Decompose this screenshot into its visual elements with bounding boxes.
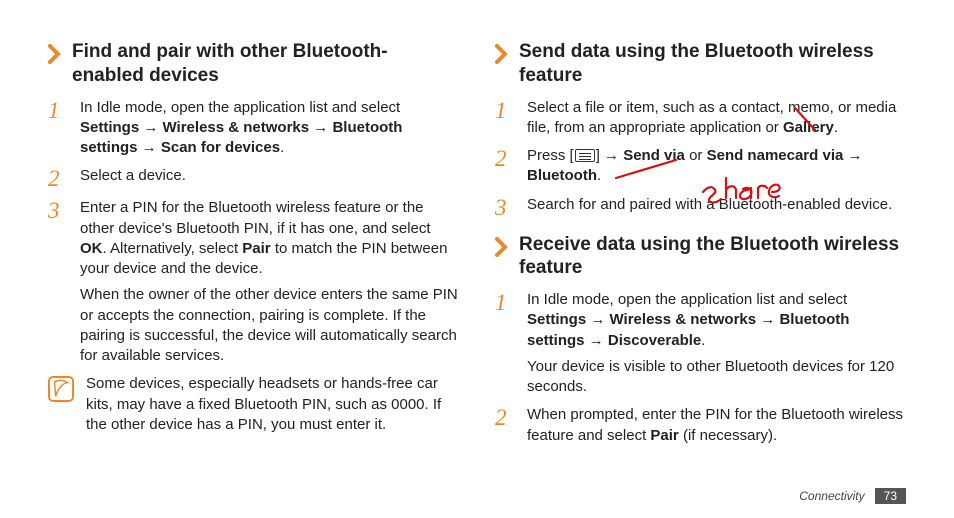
step-sub: When the owner of the other device enter… — [80, 285, 459, 366]
step-number: 3 — [495, 195, 517, 219]
step: 1 Select a file or item, such as a conta… — [495, 98, 906, 139]
step-main: In Idle mode, open the application list … — [527, 291, 849, 349]
step-number: 2 — [495, 146, 517, 187]
step-number: 2 — [495, 405, 517, 446]
step-text: Select a file or item, such as a contact… — [527, 98, 906, 139]
step-number: 3 — [48, 198, 70, 366]
section-title: Send data using the Bluetooth wireless f… — [519, 40, 906, 88]
page-number: 73 — [875, 488, 906, 504]
section-title: Receive data using the Bluetooth wireles… — [519, 233, 906, 281]
step: 3 Search for and paired with a Bluetooth… — [495, 195, 906, 219]
step: 1 In Idle mode, open the application lis… — [495, 290, 906, 397]
right-column: Send data using the Bluetooth wireless f… — [495, 40, 906, 506]
note-icon — [48, 376, 74, 402]
step-number: 1 — [48, 98, 70, 159]
step: 2 Press [] → Send via or Send namecard v… — [495, 146, 906, 187]
step-number: 2 — [48, 166, 70, 190]
section-header: Receive data using the Bluetooth wireles… — [495, 233, 906, 281]
section-header: Send data using the Bluetooth wireless f… — [495, 40, 906, 88]
section-send-data: Send data using the Bluetooth wireless f… — [495, 40, 906, 219]
chevron-right-icon — [495, 44, 509, 64]
chevron-right-icon — [495, 237, 509, 257]
step-sub: Your device is visible to other Bluetoot… — [527, 357, 906, 398]
page-footer: Connectivity 73 — [799, 488, 906, 504]
step: 1 In Idle mode, open the application lis… — [48, 98, 459, 159]
step: 2 When prompted, enter the PIN for the B… — [495, 405, 906, 446]
manual-page: Find and pair with other Bluetooth-enabl… — [0, 0, 954, 518]
step-text: Search for and paired with a Bluetooth-e… — [527, 195, 906, 219]
note: Some devices, especially headsets or han… — [48, 374, 459, 435]
step: 3 Enter a PIN for the Bluetooth wireless… — [48, 198, 459, 366]
section-receive-data: Receive data using the Bluetooth wireles… — [495, 233, 906, 446]
step-number: 1 — [495, 98, 517, 139]
step: 2 Select a device. — [48, 166, 459, 190]
step-text: In Idle mode, open the application list … — [527, 290, 906, 397]
step-text: Select a device. — [80, 166, 459, 190]
section-find-pair: Find and pair with other Bluetooth-enabl… — [48, 40, 459, 435]
step-main: Enter a PIN for the Bluetooth wireless f… — [80, 199, 447, 277]
section-header: Find and pair with other Bluetooth-enabl… — [48, 40, 459, 88]
note-text: Some devices, especially headsets or han… — [86, 374, 459, 435]
step-text: Enter a PIN for the Bluetooth wireless f… — [80, 198, 459, 366]
step-number: 1 — [495, 290, 517, 397]
step-text: When prompted, enter the PIN for the Blu… — [527, 405, 906, 446]
left-column: Find and pair with other Bluetooth-enabl… — [48, 40, 459, 506]
section-title: Find and pair with other Bluetooth-enabl… — [72, 40, 459, 88]
footer-category: Connectivity — [799, 489, 864, 503]
menu-key-icon — [575, 149, 595, 162]
step-text: In Idle mode, open the application list … — [80, 98, 459, 159]
chevron-right-icon — [48, 44, 62, 64]
step-text: Press [] → Send via or Send namecard via… — [527, 146, 906, 187]
